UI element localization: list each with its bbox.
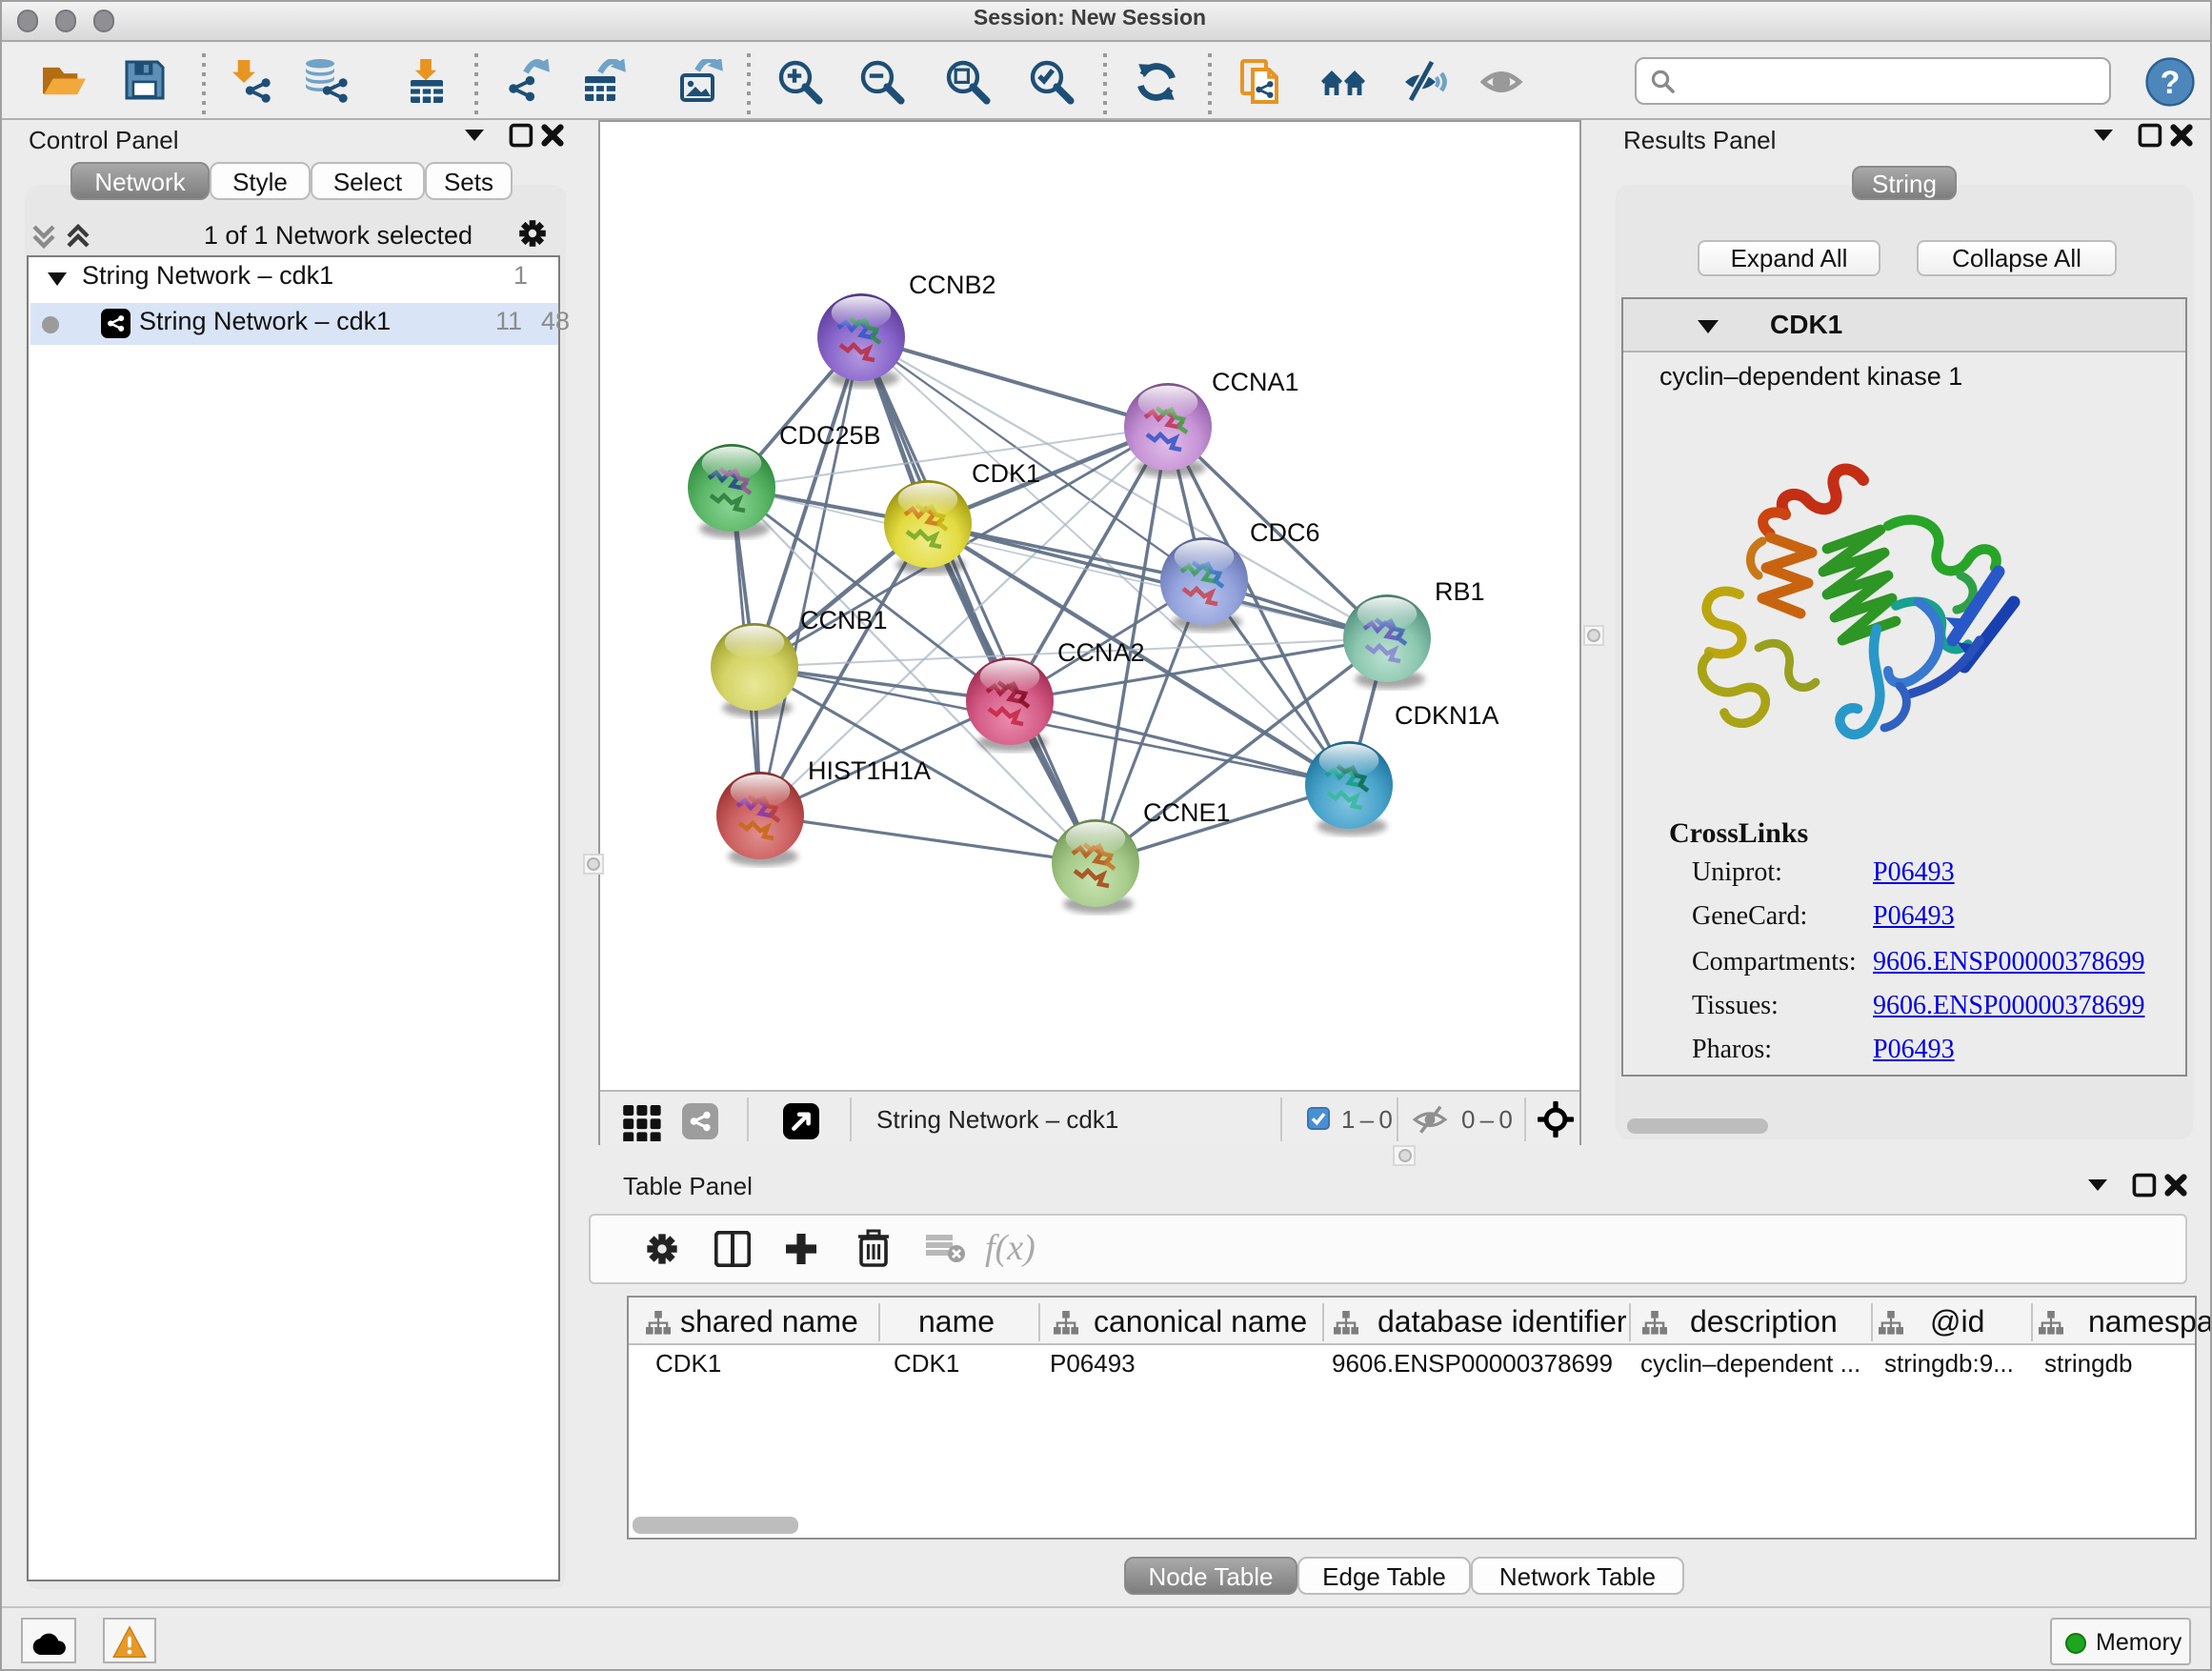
svg-text:CCNB2: CCNB2	[909, 271, 996, 299]
svg-text:CDK1: CDK1	[972, 459, 1040, 488]
svg-text:CCNA2: CCNA2	[1057, 638, 1145, 667]
svg-text:CDC6: CDC6	[1250, 518, 1320, 547]
svg-text:RB1: RB1	[1435, 577, 1485, 606]
svg-text:CCNE1: CCNE1	[1143, 798, 1231, 827]
svg-text:?: ?	[2160, 64, 2180, 100]
svg-text:CDKN1A: CDKN1A	[1395, 701, 1499, 730]
svg-text:HIST1H1A: HIST1H1A	[808, 756, 931, 785]
svg-text:CCNA1: CCNA1	[1212, 368, 1299, 396]
svg-text:CDC25B: CDC25B	[779, 421, 881, 450]
svg-text:CCNB1: CCNB1	[800, 606, 888, 634]
